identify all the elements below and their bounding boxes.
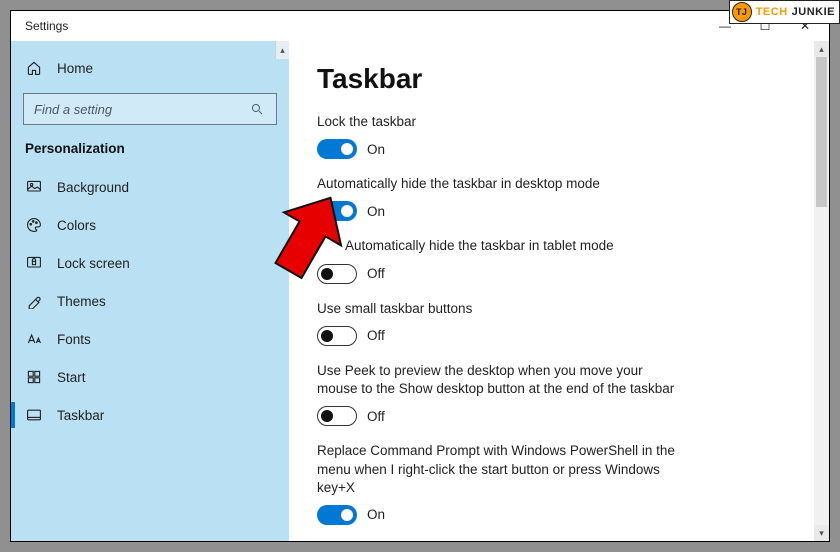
sidebar-item-taskbar[interactable]: Taskbar [11, 396, 289, 434]
toggle-use-peek[interactable] [317, 406, 357, 426]
sidebar-home[interactable]: Home [11, 49, 289, 87]
setting-label: Replace Command Prompt with Windows Powe… [317, 442, 677, 497]
sidebar-item-themes[interactable]: Themes [11, 282, 289, 320]
toggle-small-buttons[interactable] [317, 326, 357, 346]
lock-screen-icon [25, 254, 43, 272]
sidebar-item-lock-screen[interactable]: Lock screen [11, 244, 289, 282]
setting-label: Automatically hide the taskbar in tablet… [317, 237, 677, 255]
scroll-up-button[interactable]: ▴ [814, 41, 829, 57]
setting-lock-taskbar: Lock the taskbar On [317, 113, 801, 159]
search-box[interactable] [23, 93, 277, 125]
toggle-state: Off [367, 409, 385, 424]
window-title: Settings [25, 19, 68, 33]
taskbar-icon [25, 406, 43, 424]
page-title: Taskbar [317, 63, 801, 95]
setting-label: Automatically hide the taskbar in deskto… [317, 175, 677, 193]
titlebar: Settings — ☐ ✕ [11, 11, 829, 41]
sidebar-item-label: Lock screen [57, 256, 130, 271]
content-panel: Taskbar Lock the taskbar On Automaticall… [289, 41, 829, 541]
toggle-state: Off [367, 328, 385, 343]
toggle-state: On [367, 204, 385, 219]
toggle-state: On [367, 142, 385, 157]
setting-auto-hide-tablet: Automatically hide the taskbar in tablet… [317, 237, 801, 283]
scroll-thumb[interactable] [816, 57, 827, 207]
sidebar-item-label: Background [57, 180, 129, 195]
colors-icon [25, 216, 43, 234]
watermark-logo-icon: TJ [732, 2, 752, 22]
toggle-powershell[interactable] [317, 505, 357, 525]
setting-label: Lock the taskbar [317, 113, 677, 131]
setting-label: Use Peek to preview the desktop when you… [317, 362, 677, 398]
start-icon [25, 368, 43, 386]
sidebar-home-label: Home [57, 61, 93, 76]
sidebar-item-background[interactable]: Background [11, 168, 289, 206]
themes-icon [25, 292, 43, 310]
toggle-auto-hide-desktop[interactable] [317, 201, 357, 221]
sidebar-item-fonts[interactable]: Fonts [11, 320, 289, 358]
toggle-state: On [367, 507, 385, 522]
sidebar-item-label: Start [57, 370, 86, 385]
home-icon [25, 59, 43, 77]
toggle-lock-taskbar[interactable] [317, 139, 357, 159]
content-scrollbar[interactable]: ▴ ▾ [814, 41, 829, 541]
sidebar-item-label: Fonts [57, 332, 91, 347]
setting-powershell: Replace Command Prompt with Windows Powe… [317, 442, 801, 525]
sidebar-item-label: Colors [57, 218, 96, 233]
sidebar-item-label: Themes [57, 294, 106, 309]
watermark-badge: TJ TECH JUNKIE [729, 0, 840, 24]
background-icon [25, 178, 43, 196]
watermark-text-1: TECH [756, 6, 788, 18]
sidebar-section-label: Personalization [11, 139, 289, 168]
scroll-track[interactable] [814, 57, 829, 525]
search-container [23, 93, 277, 125]
sidebar-item-start[interactable]: Start [11, 358, 289, 396]
toggle-auto-hide-tablet[interactable] [317, 264, 357, 284]
sidebar: ▴ Home Personalization [11, 41, 289, 541]
setting-use-peek: Use Peek to preview the desktop when you… [317, 362, 801, 426]
search-icon [248, 100, 266, 118]
sidebar-scroll-up[interactable]: ▴ [275, 41, 289, 59]
sidebar-nav: Background Colors Lock screen [11, 168, 289, 434]
setting-small-buttons: Use small taskbar buttons Off [317, 300, 801, 346]
search-input[interactable] [34, 102, 248, 117]
setting-label: Use small taskbar buttons [317, 300, 677, 318]
fonts-icon [25, 330, 43, 348]
sidebar-item-label: Taskbar [57, 408, 104, 423]
scroll-down-button[interactable]: ▾ [814, 525, 829, 541]
watermark-text-2: JUNKIE [792, 6, 835, 18]
settings-window: Settings — ☐ ✕ ▴ Home [10, 10, 830, 542]
toggle-state: Off [367, 266, 385, 281]
setting-auto-hide-desktop: Automatically hide the taskbar in deskto… [317, 175, 801, 221]
sidebar-item-colors[interactable]: Colors [11, 206, 289, 244]
